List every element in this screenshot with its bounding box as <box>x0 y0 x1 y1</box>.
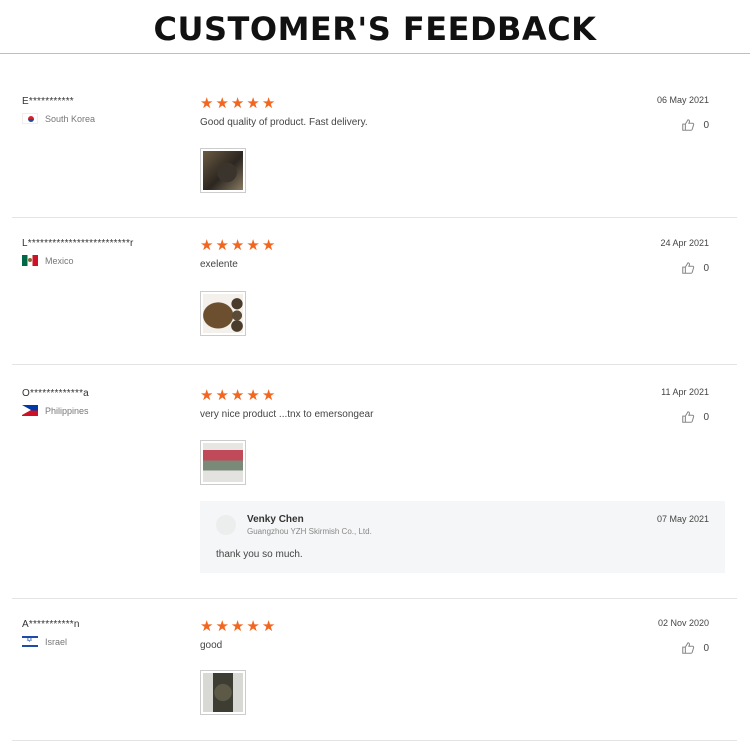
avatar <box>216 515 236 535</box>
star-icon: ★ <box>215 236 229 254</box>
review-item: L*************************r Mexico ★ ★ ★ ★ ★… <box>12 218 737 365</box>
product-photo-thumbnail <box>203 294 243 333</box>
star-rating: ★ ★ ★ ★ ★ <box>200 96 730 111</box>
south-korea-flag-icon <box>22 113 38 124</box>
review-text: Good quality of product. Fast delivery. <box>200 117 368 128</box>
like-button[interactable]: 0 <box>681 118 709 132</box>
country-name: South Korea <box>45 113 96 124</box>
like-count: 0 <box>703 262 709 274</box>
product-photo-thumbnail <box>203 673 243 712</box>
star-icon: ★ <box>215 617 229 635</box>
star-icon: ★ <box>215 386 229 404</box>
star-icon: ★ <box>230 236 245 254</box>
thumbs-up-icon <box>682 262 695 274</box>
reply-company-name: Guangzhou YZH Skirmish Co., Ltd. <box>247 527 372 536</box>
like-button[interactable]: 0 <box>681 641 709 655</box>
star-rating: ★ ★ ★ ★ ★ <box>200 619 730 634</box>
star-icon: ★ <box>215 94 229 112</box>
like-button[interactable]: 0 <box>681 410 709 424</box>
star-icon: ★ <box>261 94 276 112</box>
reply-author-name: Venky Chen <box>247 514 304 525</box>
reviewer-country: Mexico <box>22 255 134 266</box>
reviewer-info: L*************************r Mexico <box>22 238 134 266</box>
star-icon: ★ <box>246 236 260 254</box>
reply-text: thank you so much. <box>216 549 303 560</box>
country-name: Israel <box>45 636 68 647</box>
page-header: CUSTOMER'S FEEDBACK <box>0 0 750 54</box>
country-name: Mexico <box>45 255 74 266</box>
star-rating: ★ ★ ★ ★ ★ <box>200 388 730 403</box>
review-item: O*************a Philippines ★ ★ ★ ★ ★ very n… <box>12 365 737 599</box>
reviewer-name: A***********n <box>22 619 80 630</box>
reviewer-country: Philippines <box>22 405 89 416</box>
mexico-flag-icon <box>22 255 38 266</box>
reviewer-country: Israel <box>22 636 80 647</box>
star-icon: ★ <box>261 617 276 635</box>
review-content: ★ ★ ★ ★ ★ Good quality of product. Fast deli… <box>200 96 730 129</box>
like-count: 0 <box>703 642 709 654</box>
review-text: good <box>200 640 223 651</box>
product-photo-thumbnail <box>203 151 243 190</box>
israel-flag-icon <box>22 636 38 647</box>
star-icon: ★ <box>230 617 245 635</box>
review-text: very nice product ...tnx to emersongear <box>200 409 374 420</box>
reviewer-info: E*********** South Korea <box>22 96 95 124</box>
reviewer-info: A***********n Israel <box>22 619 80 647</box>
philippines-flag-icon <box>22 405 38 416</box>
reviewer-name: O*************a <box>22 388 89 399</box>
review-date: 24 Apr 2021 <box>660 238 709 248</box>
reply-date: 07 May 2021 <box>656 514 709 524</box>
review-date: 06 May 2021 <box>656 95 709 105</box>
review-photo[interactable] <box>200 670 246 715</box>
thumbs-up-icon <box>682 411 695 423</box>
review-photo[interactable] <box>200 148 246 193</box>
star-icon: ★ <box>230 94 245 112</box>
like-count: 0 <box>703 119 709 131</box>
reviewer-name: E*********** <box>22 96 74 107</box>
review-photo[interactable] <box>200 291 246 336</box>
country-name: Philippines <box>45 405 89 416</box>
reviewer-country: South Korea <box>22 113 95 124</box>
seller-reply: Venky Chen Guangzhou YZH Skirmish Co., L… <box>200 501 725 573</box>
review-content: ★ ★ ★ ★ ★ very nice product ...tnx to emerso… <box>200 388 730 421</box>
reviewer-name: L*************************r <box>22 238 134 249</box>
star-icon: ★ <box>261 386 276 404</box>
review-date: 02 Nov 2020 <box>657 618 709 628</box>
star-icon: ★ <box>200 386 214 404</box>
review-date: 11 Apr 2021 <box>661 387 709 397</box>
star-icon: ★ <box>246 386 260 404</box>
like-button[interactable]: 0 <box>681 261 709 275</box>
review-photo[interactable] <box>200 440 246 485</box>
review-item: E*********** South Korea ★ ★ ★ ★ ★ Good qual… <box>12 78 737 218</box>
star-icon: ★ <box>200 94 214 112</box>
product-photo-thumbnail <box>203 443 243 482</box>
like-count: 0 <box>703 411 709 423</box>
review-item: A***********n Israel ★★★★★ good 02 Nov 2… <box>12 599 737 741</box>
review-content: ★ ★ ★ ★ ★ exelente <box>200 238 730 271</box>
thumbs-up-icon <box>682 119 695 131</box>
star-icon: ★ <box>261 236 276 254</box>
star-rating: ★ ★ ★ ★ ★ <box>200 238 730 253</box>
star-icon: ★ <box>200 236 214 254</box>
star-icon: ★ <box>246 617 260 635</box>
star-icon: ★ <box>230 386 245 404</box>
review-text: exelente <box>200 259 238 270</box>
thumbs-up-icon <box>682 642 695 654</box>
page-title: CUSTOMER'S FEEDBACK <box>153 10 597 48</box>
reviewer-info: O*************a Philippines <box>22 388 89 416</box>
star-icon: ★ <box>246 94 260 112</box>
star-icon: ★ <box>200 617 214 635</box>
review-content: ★ ★ ★ ★ ★ good <box>200 619 730 652</box>
